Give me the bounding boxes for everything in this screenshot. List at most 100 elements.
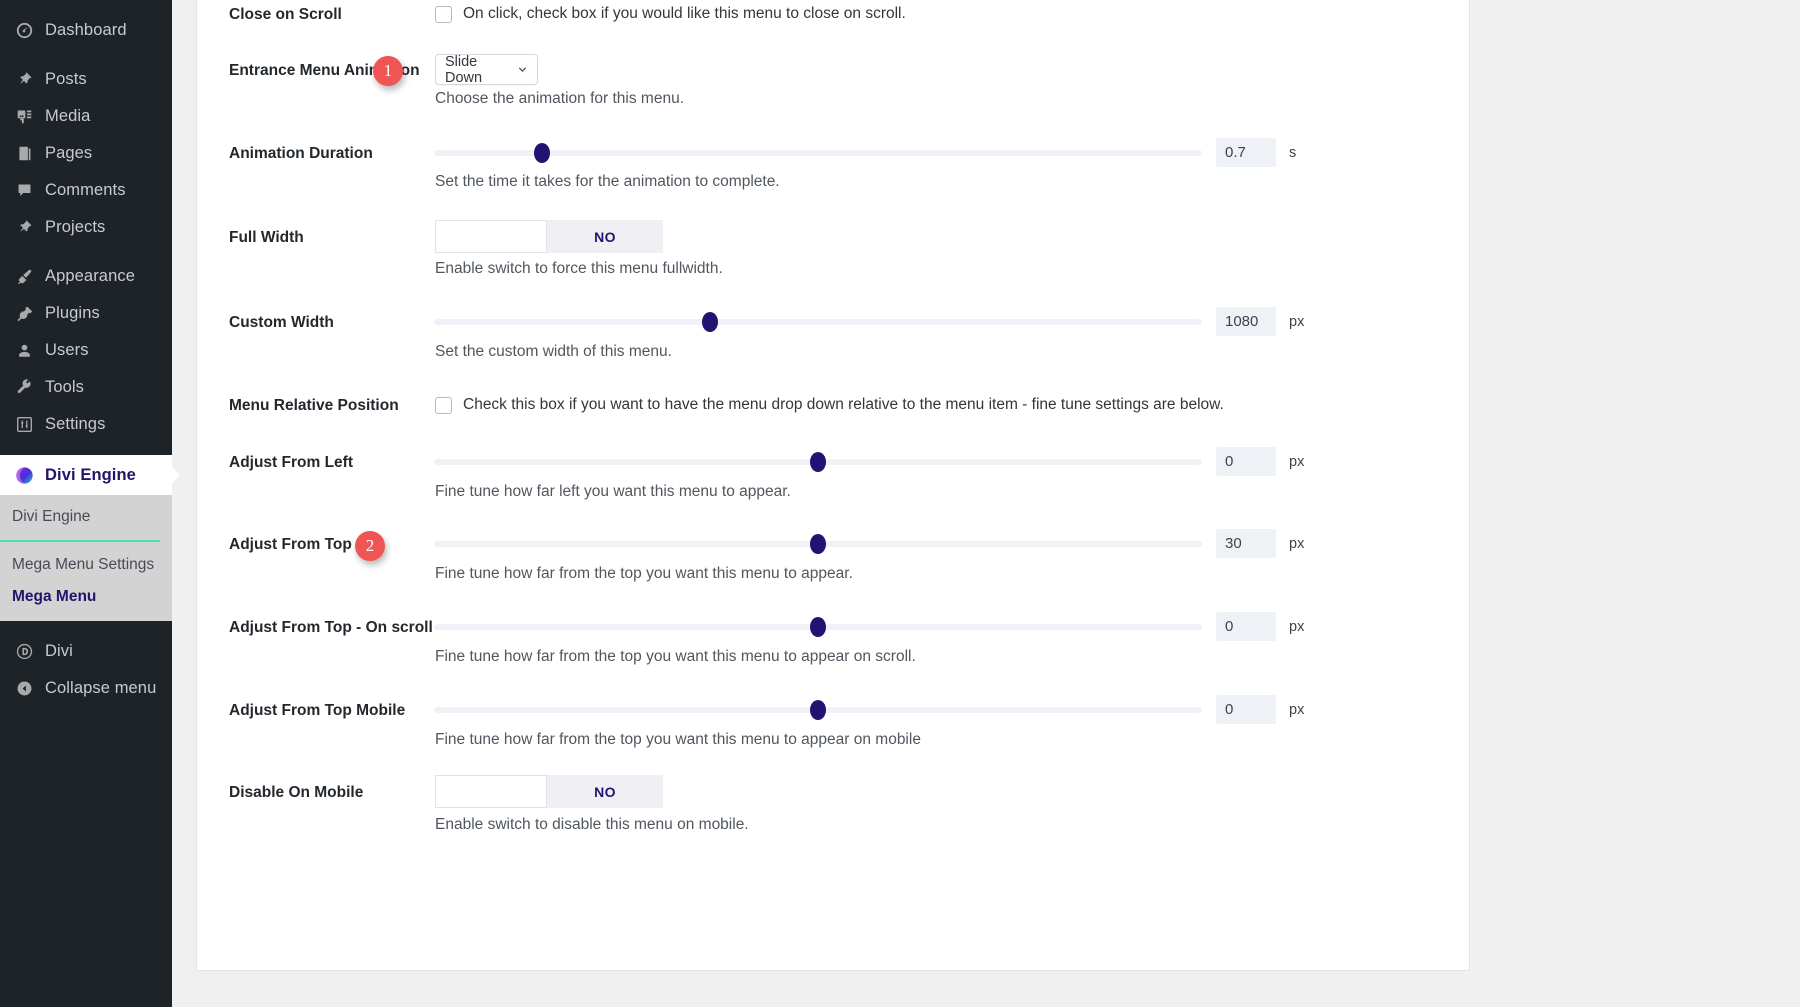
custom-width-unit: px	[1289, 314, 1305, 330]
animation-duration-slider[interactable]	[434, 143, 1202, 163]
submenu-item-label: Mega Menu	[12, 588, 97, 605]
checkbox-description: On click, check box if you would like th…	[463, 5, 906, 22]
sidebar-group-spacer-2	[0, 246, 172, 258]
slider-handle[interactable]	[810, 534, 826, 554]
adjust-from-top-mobile-unit: px	[1289, 702, 1305, 718]
adjust-from-top-on-scroll-unit: px	[1289, 619, 1305, 635]
sidebar-top-spacer	[0, 0, 172, 12]
wrench-icon	[10, 379, 38, 396]
sliders-icon	[10, 416, 38, 433]
sidebar-item-media[interactable]: Media	[0, 98, 172, 135]
admin-page: Dashboard Posts Media Pages Comments Pro…	[0, 0, 1800, 1007]
adjust-from-top-on-scroll-value: 0	[1225, 618, 1234, 635]
entrance-animation-value: Slide Down	[445, 53, 483, 86]
submenu-divider	[0, 540, 160, 542]
user-icon	[10, 342, 38, 359]
full-width-toggle[interactable]: NO	[435, 220, 663, 253]
close-on-scroll-checkbox[interactable]	[435, 5, 452, 23]
sidebar-item-collapse-menu[interactable]: Collapse menu	[0, 670, 172, 707]
adjust-from-top-value-input[interactable]: 30	[1216, 529, 1276, 558]
sidebar-item-settings[interactable]: Settings	[0, 406, 172, 443]
slider-handle[interactable]	[810, 617, 826, 637]
checkbox-description: Check this box if you want to have the m…	[463, 396, 1224, 413]
custom-width-value-input[interactable]: 1080	[1216, 307, 1276, 336]
animation-duration-unit: s	[1289, 145, 1297, 161]
callout-badge-2: 2	[355, 531, 385, 561]
sidebar-item-projects[interactable]: Projects	[0, 209, 172, 246]
slider-handle[interactable]	[810, 700, 826, 720]
sidebar-item-pages[interactable]: Pages	[0, 135, 172, 172]
adjust-from-left-slider[interactable]	[434, 452, 1202, 472]
admin-sidebar: Dashboard Posts Media Pages Comments Pro…	[0, 0, 180, 1007]
callout-number: 1	[383, 61, 393, 80]
custom-width-slider[interactable]	[434, 312, 1202, 332]
setting-description: Enable switch to force this menu fullwid…	[435, 260, 723, 277]
media-icon	[10, 108, 38, 125]
animation-duration-value-input[interactable]: 0.7	[1216, 138, 1276, 167]
setting-label: Close on Scroll	[229, 6, 342, 23]
callout-badge-1: 1	[373, 56, 403, 86]
setting-label: Animation Duration	[229, 145, 373, 162]
disable-on-mobile-toggle[interactable]: NO	[435, 775, 663, 808]
submenu-item-mega-menu[interactable]: Mega Menu	[0, 581, 172, 613]
divi-engine-logo-icon	[10, 466, 38, 485]
sidebar-item-label: Settings	[45, 415, 106, 433]
toggle-state-label: NO	[594, 228, 616, 245]
sidebar-item-dashboard[interactable]: Dashboard	[0, 12, 172, 49]
sidebar-item-appearance[interactable]: Appearance	[0, 258, 172, 295]
slider-handle[interactable]	[533, 143, 550, 163]
entrance-animation-select[interactable]: Slide Down	[435, 53, 538, 86]
toggle-state-label: NO	[594, 783, 616, 800]
custom-width-value: 1080	[1225, 313, 1259, 330]
adjust-from-top-unit: px	[1289, 536, 1305, 552]
sidebar-item-divi[interactable]: Divi	[0, 633, 172, 670]
callout-number: 2	[365, 536, 375, 555]
menu-relative-position-checkbox[interactable]	[435, 396, 452, 414]
toggle-knob[interactable]	[435, 775, 547, 808]
plug-icon	[10, 305, 38, 322]
submenu-item-mega-menu-settings[interactable]: Mega Menu Settings	[0, 549, 172, 581]
setting-description: Set the time it takes for the animation …	[435, 173, 780, 190]
adjust-from-top-on-scroll-value-input[interactable]: 0	[1216, 612, 1276, 641]
close-on-scroll-checkbox-wrap[interactable]: On click, check box if you would like th…	[435, 5, 906, 23]
collapse-arrow-icon	[10, 680, 38, 697]
setting-description: Set the custom width of this menu.	[435, 343, 672, 360]
sidebar-item-tools[interactable]: Tools	[0, 369, 172, 406]
adjust-from-left-value-input[interactable]: 0	[1216, 447, 1276, 476]
toggle-knob[interactable]	[435, 220, 547, 253]
submenu-item-label: Mega Menu Settings	[12, 556, 155, 573]
menu-relative-position-checkbox-wrap[interactable]: Check this box if you want to have the m…	[435, 396, 1224, 414]
divi-icon	[10, 643, 38, 660]
sidebar-item-label: Pages	[45, 144, 93, 162]
sidebar-item-posts[interactable]: Posts	[0, 61, 172, 98]
sidebar-item-comments[interactable]: Comments	[0, 172, 172, 209]
divi-engine-submenu: Divi Engine Mega Menu Settings Mega Menu	[0, 495, 172, 621]
comment-icon	[10, 182, 38, 199]
pin-icon	[10, 219, 38, 236]
sidebar-item-label: Appearance	[45, 267, 135, 285]
sidebar-item-label: Dashboard	[45, 21, 127, 39]
pin-icon	[10, 71, 38, 88]
setting-label: Adjust From Top - On scroll	[229, 619, 433, 636]
sidebar-item-label: Media	[45, 107, 91, 125]
slider-handle[interactable]	[702, 312, 719, 332]
content-area: Close on Scroll On click, check box if y…	[172, 0, 1800, 1007]
sidebar-item-divi-engine[interactable]: Divi Engine	[0, 455, 180, 495]
adjust-from-top-mobile-slider[interactable]	[434, 700, 1202, 720]
sidebar-item-plugins[interactable]: Plugins	[0, 295, 172, 332]
slider-handle[interactable]	[810, 452, 826, 472]
setting-description: Fine tune how far from the top you want …	[435, 648, 916, 665]
adjust-from-top-mobile-value-input[interactable]: 0	[1216, 695, 1276, 724]
sidebar-item-label: Posts	[45, 70, 87, 88]
sidebar-item-label: Divi Engine	[45, 465, 136, 484]
adjust-from-top-slider[interactable]	[434, 534, 1202, 554]
sidebar-group-spacer-3	[0, 443, 172, 455]
submenu-item-divi-engine[interactable]: Divi Engine	[0, 501, 172, 533]
adjust-from-top-on-scroll-slider[interactable]	[434, 617, 1202, 637]
slider-track	[434, 319, 1202, 325]
sidebar-item-label: Projects	[45, 218, 106, 236]
setting-label: Adjust From Top Mobile	[229, 702, 406, 719]
setting-label: Full Width	[229, 229, 304, 246]
setting-label: Custom Width	[229, 314, 334, 331]
sidebar-item-users[interactable]: Users	[0, 332, 172, 369]
